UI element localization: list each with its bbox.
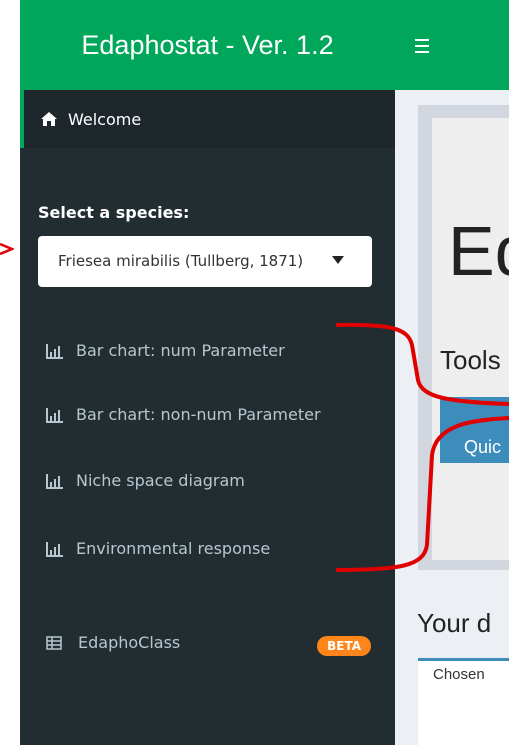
dropdown-caret-icon [332,256,344,264]
sidebar-item-label: Welcome [68,109,142,129]
table-icon [46,635,62,650]
tools-heading: Tools [440,345,501,375]
jumbotron-inner [432,118,509,560]
bar-chart-icon [46,407,63,423]
sidebar-item-label: Bar chart: num Parameter [76,341,285,360]
species-select[interactable]: Friesea mirabilis (Tullberg, 1871) [38,236,372,287]
section-heading: Your d [417,608,492,638]
sidebar-item-label: EdaphoClass [78,633,181,652]
hamburger-icon[interactable] [415,35,429,55]
sidebar-item-edaphoclass[interactable]: EdaphoClass BETA [46,633,371,656]
page-title: Ed [448,212,509,290]
sidebar-item-environmental-response[interactable]: Environmental response [46,539,270,558]
sidebar-item-niche-space[interactable]: Niche space diagram [46,471,245,490]
quick-start-button[interactable]: Quic [440,397,509,463]
bar-chart-icon [46,541,63,557]
bar-chart-icon [46,473,63,489]
top-navbar [395,0,509,90]
left-margin [0,0,20,745]
beta-badge: BETA [317,636,371,656]
sidebar-item-label: Bar chart: non-num Parameter [76,405,321,424]
sidebar-item-label: Environmental response [76,539,271,558]
species-select-label: Select a species: [38,203,190,222]
sidebar-item-bar-num[interactable]: Bar chart: num Parameter [46,341,285,360]
species-select-value: Friesea mirabilis (Tullberg, 1871) [58,252,304,270]
sidebar-item-label: Niche space diagram [76,471,245,490]
sidebar-item-bar-non-num[interactable]: Bar chart: non-num Parameter [46,405,321,424]
sidebar-item-welcome[interactable]: Welcome [20,90,395,148]
annotation-arrow-icon [0,242,14,256]
bar-chart-icon [46,343,63,359]
home-icon [41,112,57,126]
card-text: Chosen [433,666,485,683]
app-logo[interactable]: Edaphostat - Ver. 1.2 [20,0,395,90]
